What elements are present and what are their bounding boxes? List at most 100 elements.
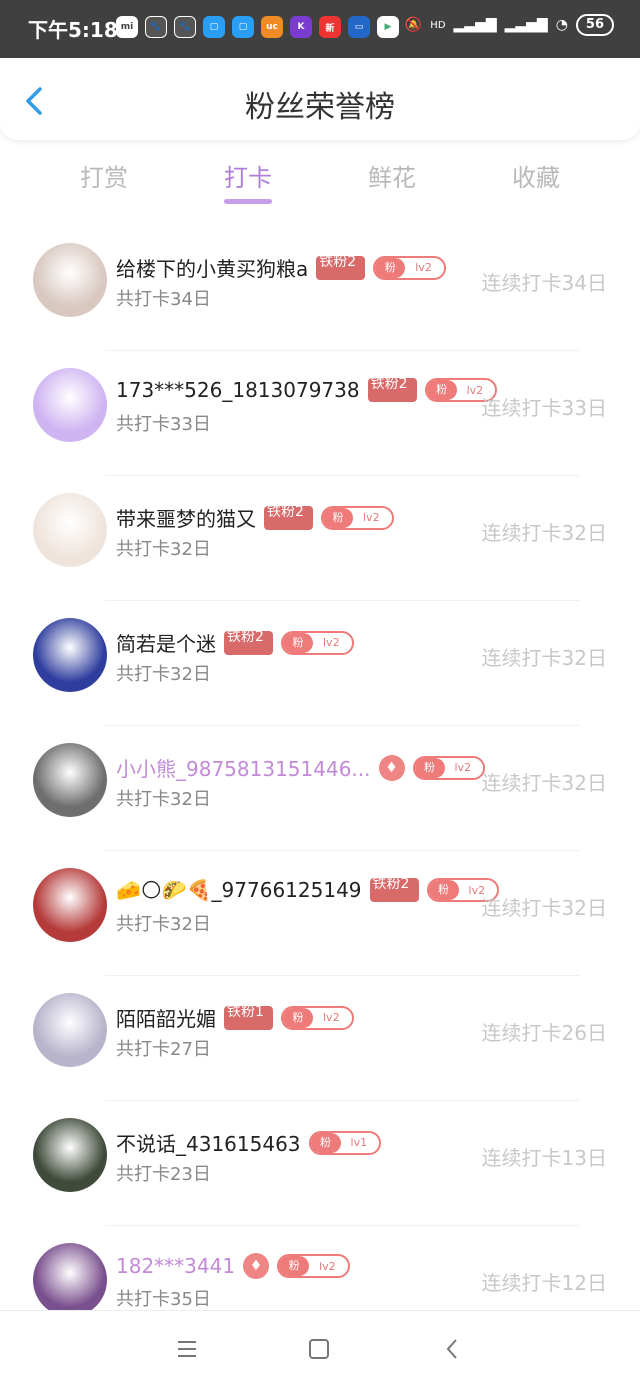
fan-label: 粉	[323, 507, 353, 528]
list-item[interactable]: 简若是个迷 铁粉2 粉 lv2 共打卡32日 连续打卡32日	[0, 600, 640, 725]
iron-fan-badge: 铁粉2	[264, 505, 313, 530]
name-line: 182***3441 ♦ 粉 lv2	[116, 1253, 350, 1279]
list-item[interactable]: 173***526_1813079738 铁粉2 粉 lv2 共打卡33日 连续…	[0, 350, 640, 475]
tab-bar: 打赏 打卡 鲜花 收藏	[0, 150, 640, 210]
total-checkins: 共打卡33日	[116, 414, 211, 435]
avatar[interactable]	[33, 868, 107, 942]
user-name[interactable]: 182***3441	[116, 1254, 235, 1278]
signal-icon: ▂▃▅▇	[504, 17, 548, 33]
total-checkins: 共打卡32日	[116, 664, 211, 685]
fan-level: lv2	[363, 511, 380, 524]
total-checkins: 共打卡32日	[116, 539, 211, 560]
status-right: 🔕 HD ▂▃▅▇ ▂▃▅▇ ◔ 56	[405, 14, 614, 36]
fan-label: 粉	[283, 1007, 313, 1028]
news-icon: 新	[319, 16, 341, 38]
fan-label: 粉	[283, 632, 313, 653]
tab-checkin[interactable]: 打卡	[193, 158, 303, 193]
avatar[interactable]	[33, 368, 107, 442]
play-icon: ▶	[377, 16, 399, 38]
avatar[interactable]	[33, 493, 107, 567]
app-notification-icon: ▭	[348, 16, 370, 38]
total-checkins: 共打卡23日	[116, 1164, 211, 1185]
iron-fan-badge: 铁粉2	[367, 378, 417, 402]
streak-days: 连续打卡32日	[481, 771, 607, 795]
streak-days: 连续打卡32日	[481, 521, 607, 545]
avatar[interactable]	[33, 993, 107, 1067]
total-checkins: 共打卡34日	[116, 289, 211, 310]
fan-level-badge: 粉 lv2	[281, 630, 354, 655]
page-title: 粉丝荣誉榜	[245, 90, 395, 125]
iron-fan-badge: 铁粉2	[316, 255, 366, 280]
menu-icon[interactable]	[175, 1337, 199, 1361]
list-item[interactable]: 🧀🌕🌮🍕_97766125149 铁粉2 粉 lv2 共打卡32日 连续打卡32…	[0, 850, 640, 975]
fan-level: lv2	[319, 1259, 336, 1273]
diamond-icon: ♦	[378, 754, 405, 781]
tab-favorites[interactable]: 收藏	[481, 158, 591, 193]
app-notification-icon: K	[290, 16, 312, 38]
fan-level-badge: 粉 lv2	[412, 755, 486, 780]
status-time: 下午5:18	[28, 18, 118, 42]
total-checkins: 共打卡32日	[116, 789, 211, 810]
list-item[interactable]: 小小熊_9875813151446... ♦ 粉 lv2 共打卡32日 连续打卡…	[0, 725, 640, 850]
back-icon[interactable]	[441, 1337, 465, 1361]
user-name[interactable]: 简若是个迷	[116, 628, 216, 657]
total-checkins: 共打卡35日	[116, 1289, 211, 1310]
avatar[interactable]	[33, 1243, 107, 1317]
user-name[interactable]: 不说话_431615463	[116, 1128, 301, 1157]
system-nav-bar	[0, 1310, 640, 1387]
user-name[interactable]: 173***526_1813079738	[116, 378, 360, 402]
fan-level-badge: 粉 lv2	[373, 255, 446, 280]
list-item[interactable]: 给楼下的小黄买狗粮a 铁粉2 粉 lv2 共打卡34日 连续打卡34日	[0, 225, 640, 350]
streak-days: 连续打卡34日	[481, 271, 607, 295]
fan-level-badge: 粉 lv2	[321, 505, 394, 530]
fan-level: lv2	[323, 1011, 340, 1024]
list-item[interactable]: 不说话_431615463 粉 lv1 共打卡23日 连续打卡13日	[0, 1100, 640, 1225]
user-name[interactable]: 带来噩梦的猫又	[116, 503, 256, 532]
divider	[105, 975, 580, 976]
battery-indicator: 56	[575, 14, 614, 36]
streak-days: 连续打卡12日	[481, 1271, 607, 1295]
fan-level: lv2	[323, 636, 340, 649]
name-line: 不说话_431615463 粉 lv1	[116, 1128, 382, 1157]
app-notification-icon: ▢	[203, 16, 225, 38]
fan-label: 粉	[279, 1256, 310, 1276]
streak-days: 连续打卡26日	[481, 1021, 607, 1045]
user-name[interactable]: 🧀🌕🌮🍕_97766125149	[116, 878, 362, 902]
tab-reward[interactable]: 打赏	[49, 158, 159, 193]
name-line: 小小熊_9875813151446... ♦ 粉 lv2	[116, 753, 486, 782]
user-name[interactable]: 给楼下的小黄买狗粮a	[116, 253, 308, 282]
fan-label: 粉	[414, 757, 445, 778]
hd-label: HD	[430, 19, 446, 31]
iron-fan-badge: 铁粉2	[369, 878, 419, 902]
user-name[interactable]: 陌陌韶光媚	[116, 1003, 216, 1032]
active-tab-indicator	[224, 199, 272, 204]
name-line: 陌陌韶光媚 铁粉1 粉 lv2	[116, 1003, 354, 1032]
wifi-icon: ◔	[555, 17, 568, 33]
streak-days: 连续打卡33日	[481, 396, 607, 420]
fan-label: 粉	[426, 380, 457, 400]
streak-days: 连续打卡32日	[481, 896, 607, 920]
fan-level: lv1	[350, 1136, 368, 1149]
home-icon[interactable]	[307, 1337, 331, 1361]
streak-days: 连续打卡32日	[481, 646, 607, 670]
divider	[105, 1100, 580, 1101]
name-line: 173***526_1813079738 铁粉2 粉 lv2	[116, 378, 498, 402]
list-item[interactable]: 陌陌韶光媚 铁粉1 粉 lv2 共打卡27日 连续打卡26日	[0, 975, 640, 1100]
avatar[interactable]	[33, 243, 107, 317]
avatar[interactable]	[33, 1118, 107, 1192]
divider	[105, 850, 580, 851]
avatar[interactable]	[33, 618, 107, 692]
tab-flowers[interactable]: 鲜花	[337, 158, 447, 193]
list-item[interactable]: 带来噩梦的猫又 铁粉2 粉 lv2 共打卡32日 连续打卡32日	[0, 475, 640, 600]
notification-icons: mi 🐾 🐾 ▢ ▢ uc K 新 ▭ ▶ ··	[116, 16, 420, 38]
app-notification-icon: ▢	[232, 16, 254, 38]
avatar[interactable]	[33, 743, 107, 817]
fan-level: lv2	[454, 761, 472, 774]
divider	[105, 475, 580, 476]
paw-icon: 🐾	[174, 16, 196, 38]
total-checkins: 共打卡27日	[116, 1039, 211, 1060]
name-line: 给楼下的小黄买狗粮a 铁粉2 粉 lv2	[116, 253, 446, 282]
iron-fan-badge: 铁粉1	[224, 1005, 273, 1030]
divider	[105, 725, 580, 726]
user-name[interactable]: 小小熊_9875813151446...	[116, 753, 371, 782]
